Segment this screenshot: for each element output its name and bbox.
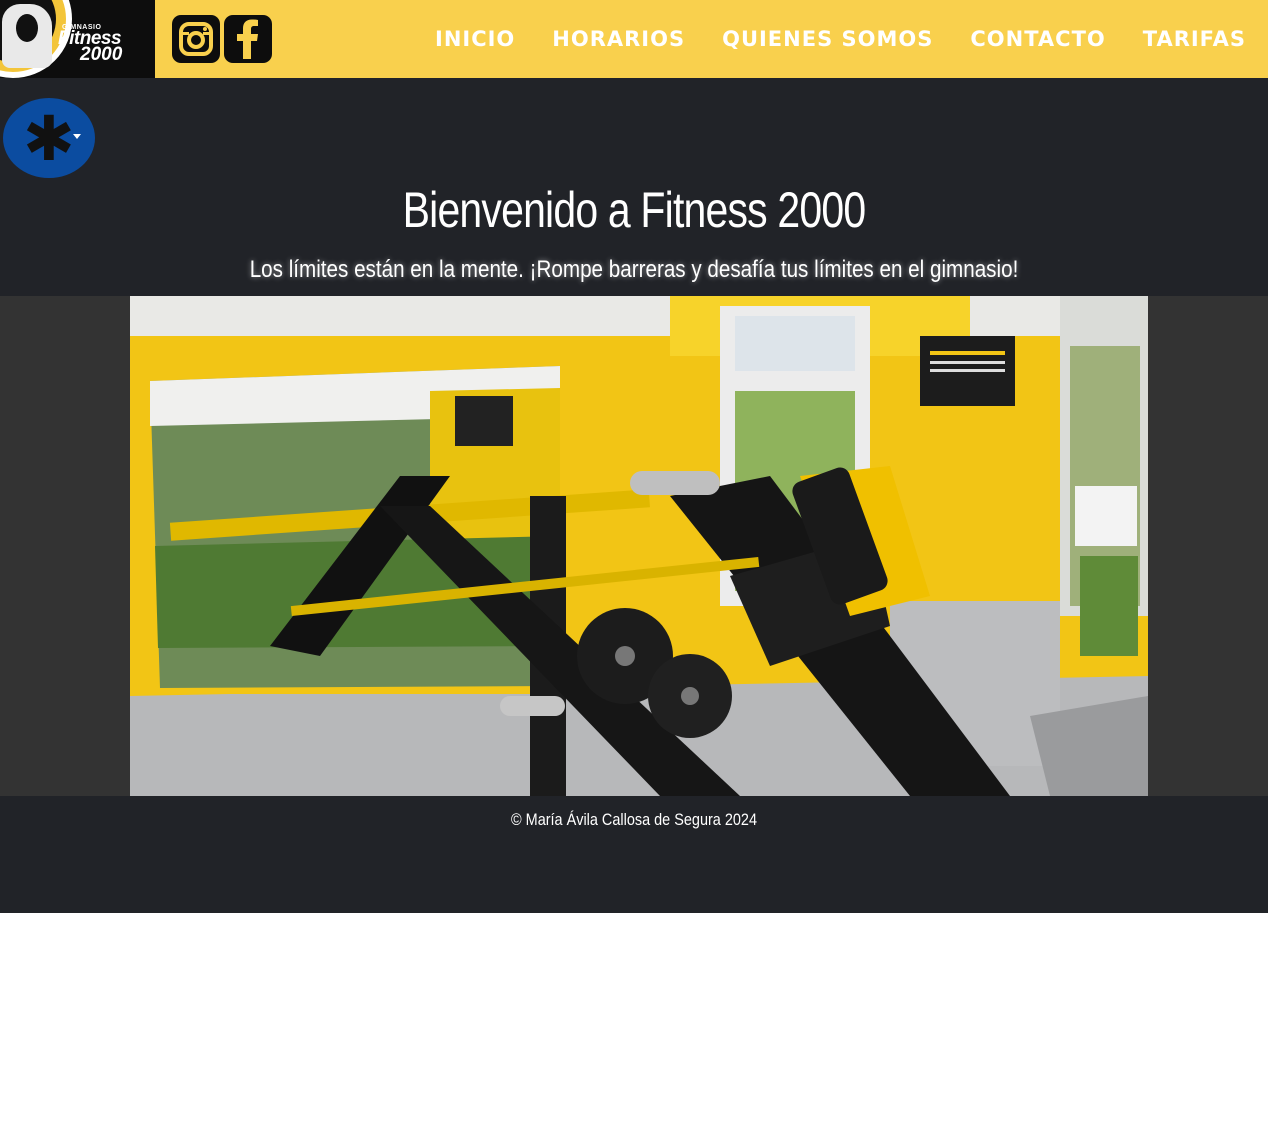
social-links [172,15,272,63]
footer-copyright: © María Ávila Callosa de Segura 2024 [510,810,757,829]
nav-inicio[interactable]: INICIO [435,27,515,51]
logo-number: 2000 [80,44,123,65]
nav-horarios[interactable]: HORARIOS [552,27,685,51]
hero-image-band [0,296,1268,796]
facebook-icon[interactable] [224,15,272,63]
main-nav: INICIO HORARIOS QUIENES SOMOS CONTACTO T… [435,27,1246,51]
caret-down-icon [73,134,81,139]
nav-quienes-somos[interactable]: QUIENES SOMOS [722,27,933,51]
theme-toggle-button[interactable]: ✱ [3,98,95,178]
nav-tarifas[interactable]: TARIFAS [1143,27,1246,51]
gym-logo[interactable]: GIMNASIO Fitness 2000 [0,0,155,78]
page: GIMNASIO Fitness 2000 INICIO HORARIOS QU… [0,0,1268,913]
page-title: Bienvenido a Fitness 2000 [402,182,867,238]
gym-machine-photo [130,296,1148,796]
nav-contacto[interactable]: CONTACTO [970,27,1105,51]
asterisk-icon: ✱ [23,102,75,175]
page-subtitle: Los límites están en la mente. ¡Rompe ba… [249,256,1019,283]
navbar: GIMNASIO Fitness 2000 INICIO HORARIOS QU… [0,0,1268,78]
instagram-icon[interactable] [172,15,220,63]
